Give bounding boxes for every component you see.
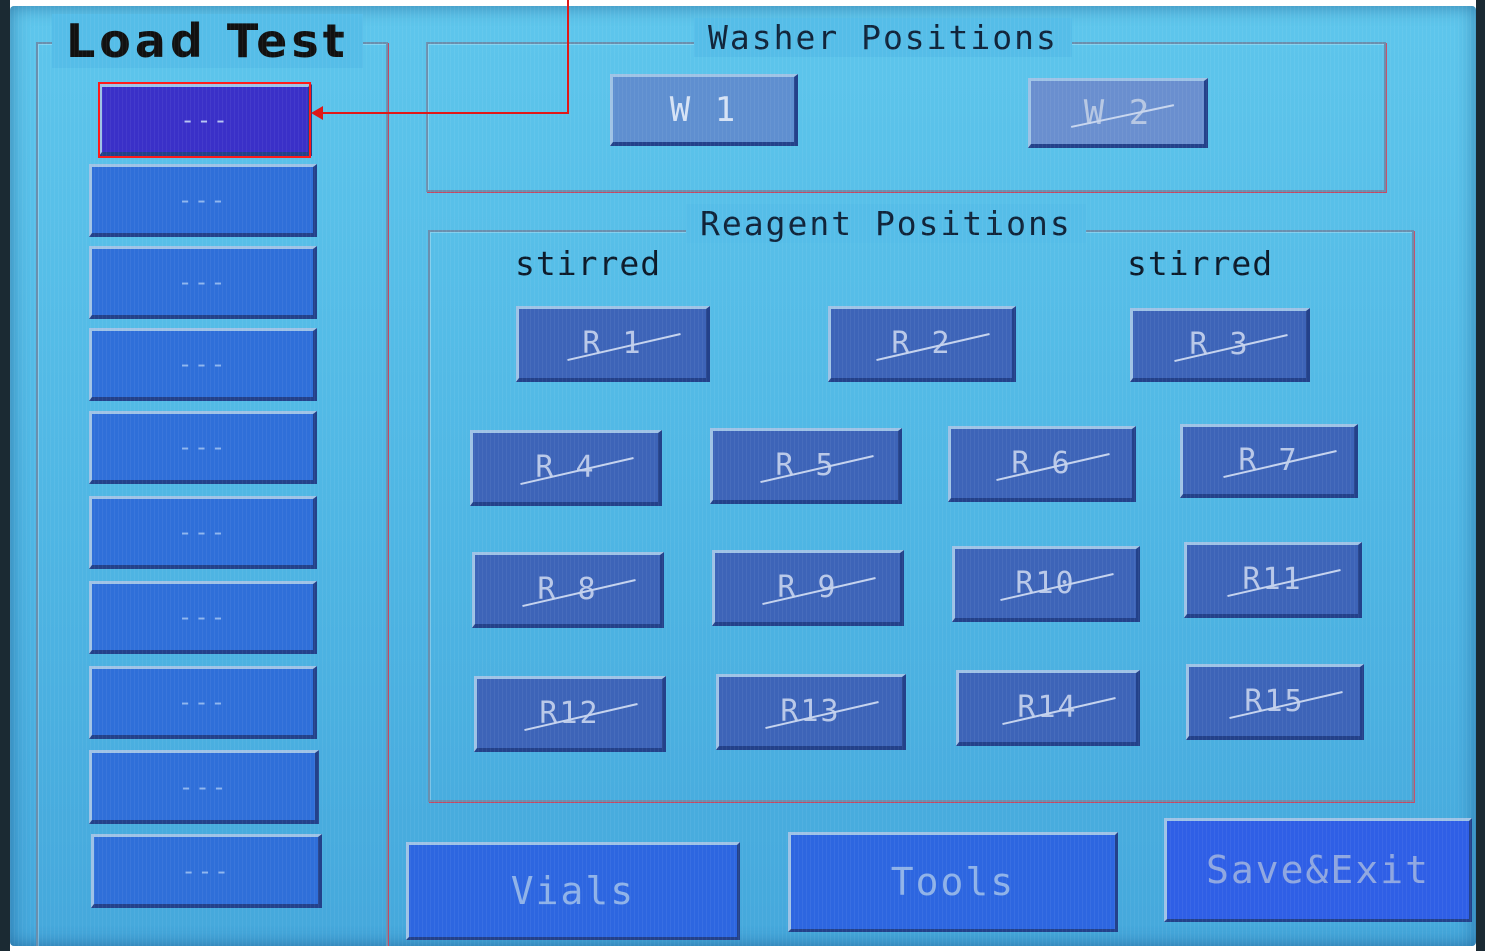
- reagent-position-r8[interactable]: R 8: [472, 552, 664, 628]
- stirred-label-left: stirred: [515, 244, 662, 283]
- reagent-r4-label: R 4: [535, 450, 596, 485]
- reagent-position-r15[interactable]: R15: [1186, 664, 1364, 740]
- reagent-position-r5[interactable]: R 5: [710, 428, 902, 504]
- reagent-positions-title: Reagent Positions: [686, 204, 1086, 243]
- load-test-slot-2[interactable]: ---: [89, 164, 317, 237]
- reagent-r15-label: R15: [1244, 684, 1305, 719]
- reagent-r14-label: R14: [1017, 690, 1078, 725]
- load-test-slot-4[interactable]: ---: [89, 328, 317, 401]
- load-test-slot-5[interactable]: ---: [89, 411, 317, 484]
- load-test-title: Load Test: [52, 14, 363, 68]
- load-test-slot-3[interactable]: ---: [89, 246, 317, 319]
- reagent-position-r1[interactable]: R 1: [516, 306, 710, 382]
- reagent-r9-label: R 9: [777, 570, 838, 605]
- reagent-r2-label: R 2: [891, 326, 952, 361]
- reagent-position-r3[interactable]: R 3: [1130, 308, 1310, 382]
- annotation-callout-vertical-line: [567, 0, 569, 114]
- reagent-position-r12[interactable]: R12: [474, 676, 666, 752]
- lcd-screen: Load Test --- --- --- --- --- --- --- --…: [10, 6, 1476, 946]
- reagent-r8-label: R 8: [537, 572, 598, 607]
- reagent-position-r2[interactable]: R 2: [828, 306, 1016, 382]
- washer-position-w2[interactable]: W 2: [1028, 78, 1208, 148]
- reagent-r1-label: R 1: [582, 326, 643, 361]
- screen-bezel-left: [0, 0, 10, 951]
- reagent-position-r9[interactable]: R 9: [712, 550, 904, 626]
- reagent-r10-label: R10: [1015, 566, 1076, 601]
- washer-positions-group: [426, 42, 1386, 192]
- stirred-label-right: stirred: [1127, 244, 1274, 283]
- reagent-position-r7[interactable]: R 7: [1180, 424, 1358, 498]
- vials-button[interactable]: Vials: [406, 842, 740, 940]
- reagent-r6-label: R 6: [1011, 446, 1072, 481]
- reagent-r5-label: R 5: [775, 448, 836, 483]
- reagent-r11-label: R11: [1242, 562, 1303, 597]
- screen-bezel-right: [1476, 0, 1485, 951]
- reagent-position-r4[interactable]: R 4: [470, 430, 662, 506]
- annotation-arrow-icon: [311, 106, 323, 120]
- load-test-slot-1[interactable]: ---: [99, 84, 312, 156]
- washer-positions-title: Washer Positions: [694, 18, 1072, 57]
- reagent-position-r10[interactable]: R10: [952, 546, 1140, 622]
- load-test-slot-9[interactable]: ---: [89, 750, 319, 824]
- reagent-position-r11[interactable]: R11: [1184, 542, 1362, 618]
- reagent-position-r13[interactable]: R13: [716, 674, 906, 750]
- reagent-r7-label: R 7: [1238, 443, 1299, 478]
- reagent-r3-label: R 3: [1189, 327, 1250, 362]
- washer-position-w2-label: W 2: [1083, 92, 1152, 133]
- reagent-r13-label: R13: [780, 694, 841, 729]
- load-test-slot-10[interactable]: ---: [91, 834, 322, 908]
- tools-button[interactable]: Tools: [788, 832, 1118, 932]
- reagent-position-r6[interactable]: R 6: [948, 426, 1136, 502]
- reagent-r12-label: R12: [539, 696, 600, 731]
- load-test-slot-8[interactable]: ---: [89, 666, 317, 739]
- reagent-position-r14[interactable]: R14: [956, 670, 1140, 746]
- washer-position-w1[interactable]: W 1: [610, 74, 798, 146]
- load-test-slot-7[interactable]: ---: [89, 581, 317, 654]
- save-exit-button[interactable]: Save&Exit: [1164, 818, 1472, 922]
- load-test-slot-6[interactable]: ---: [89, 496, 317, 569]
- annotation-callout-horizontal-line: [320, 112, 569, 114]
